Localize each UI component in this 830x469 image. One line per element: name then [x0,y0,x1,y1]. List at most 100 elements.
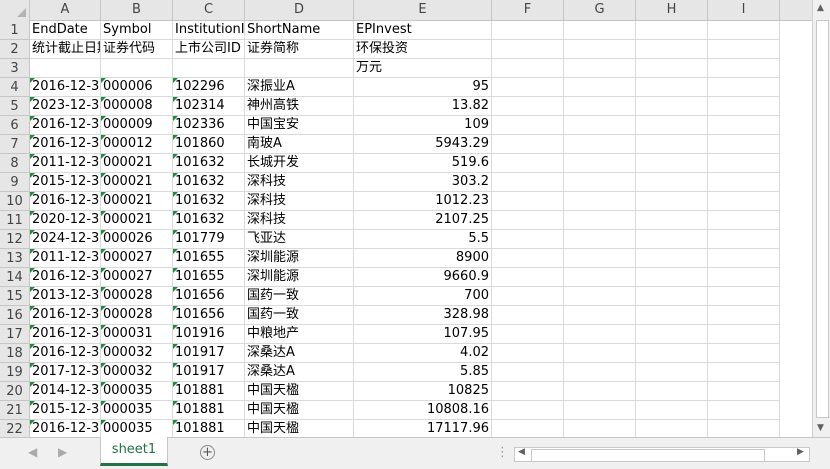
row-header[interactable]: 20 [0,382,29,401]
cell[interactable] [708,249,780,268]
cell[interactable]: 8900 [354,249,492,268]
row-header[interactable]: 12 [0,230,29,249]
cell[interactable]: 环保投资 [354,40,492,59]
cell[interactable] [636,78,708,97]
cell[interactable] [636,268,708,287]
vertical-scrollbar[interactable]: ▲ ▼ [812,0,830,437]
cell[interactable] [636,97,708,116]
cell[interactable] [492,192,564,211]
cell[interactable] [492,401,564,420]
column-header-b[interactable]: B [101,0,173,20]
cell[interactable]: 深科技 [245,192,354,211]
cell[interactable]: 9660.9 [354,268,492,287]
cell[interactable]: 4.02 [354,344,492,363]
cell[interactable] [708,420,780,437]
cell[interactable] [636,363,708,382]
cell[interactable]: ShortName [245,21,354,40]
scroll-down-icon[interactable]: ▼ [817,423,824,433]
cell[interactable]: 深桑达A [245,363,354,382]
cell[interactable] [636,21,708,40]
cell[interactable]: 深圳能源 [245,249,354,268]
cell[interactable]: 101881 [173,382,245,401]
cell[interactable]: 证券代码 [101,40,173,59]
cell[interactable]: 5943.29 [354,135,492,154]
cell[interactable] [492,211,564,230]
cell[interactable]: 南玻A [245,135,354,154]
row-header[interactable]: 22 [0,420,29,437]
horizontal-scrollbar[interactable]: ◀ ▶ [514,447,810,462]
row-header[interactable]: 13 [0,249,29,268]
cell[interactable]: 101632 [173,192,245,211]
cell[interactable]: 000035 [101,401,173,420]
cell[interactable] [636,211,708,230]
column-header-h[interactable]: H [636,0,708,20]
cell[interactable]: 10808.16 [354,401,492,420]
cell[interactable] [708,116,780,135]
cell[interactable]: 000008 [101,97,173,116]
cell[interactable]: 2015-12-31 [30,401,101,420]
row-header[interactable]: 14 [0,268,29,287]
cell[interactable]: 国药一致 [245,287,354,306]
cell[interactable]: 17117.96 [354,420,492,437]
cell[interactable]: 中国天楹 [245,401,354,420]
select-all-corner[interactable] [0,0,30,20]
cell[interactable]: 2017-12-31 [30,363,101,382]
cell[interactable]: 2016-12-31 [30,268,101,287]
cell[interactable] [245,59,354,78]
cell[interactable]: 101655 [173,268,245,287]
cell[interactable] [492,268,564,287]
scroll-right-icon[interactable]: ▶ [797,447,804,457]
cell[interactable] [492,59,564,78]
cell[interactable] [636,287,708,306]
row-header[interactable]: 9 [0,173,29,192]
cell[interactable]: 长城开发 [245,154,354,173]
cell[interactable]: 101656 [173,287,245,306]
cell[interactable] [708,344,780,363]
scroll-up-icon[interactable]: ▲ [817,3,824,13]
cell[interactable]: Symbol [101,21,173,40]
cell[interactable]: 中国天楹 [245,420,354,437]
row-header[interactable]: 8 [0,154,29,173]
cell[interactable] [708,325,780,344]
cell[interactable]: 统计截止日期 [30,40,101,59]
cell[interactable]: 101655 [173,249,245,268]
cell[interactable]: 2011-12-31 [30,154,101,173]
cell[interactable]: 2016-12-31 [30,192,101,211]
cell[interactable]: 101632 [173,211,245,230]
cell[interactable]: 飞亚达 [245,230,354,249]
cell[interactable] [708,135,780,154]
cell[interactable]: 519.6 [354,154,492,173]
prev-sheet-icon[interactable]: ◀ [28,445,37,459]
cell[interactable]: 2107.25 [354,211,492,230]
cell[interactable] [636,59,708,78]
row-header[interactable]: 19 [0,363,29,382]
cell[interactable] [492,135,564,154]
cell[interactable] [708,97,780,116]
cell[interactable] [492,382,564,401]
cell[interactable] [636,401,708,420]
cell[interactable]: 000009 [101,116,173,135]
cell[interactable] [708,154,780,173]
row-header[interactable]: 21 [0,401,29,420]
cell[interactable] [708,401,780,420]
cell[interactable] [492,306,564,325]
cell[interactable] [492,420,564,437]
cell[interactable]: 000028 [101,306,173,325]
cell[interactable]: 2016-12-31 [30,306,101,325]
cell[interactable]: 深圳能源 [245,268,354,287]
cell[interactable]: 000028 [101,287,173,306]
cell[interactable] [101,59,173,78]
cell[interactable]: 102314 [173,97,245,116]
cell[interactable] [636,135,708,154]
row-header[interactable]: 16 [0,306,29,325]
cell[interactable] [708,192,780,211]
cell[interactable]: 000026 [101,230,173,249]
row-header[interactable]: 15 [0,287,29,306]
row-header[interactable]: 7 [0,135,29,154]
cell[interactable] [492,116,564,135]
cell[interactable] [708,268,780,287]
cell[interactable] [492,230,564,249]
cell[interactable] [708,230,780,249]
cell[interactable] [636,420,708,437]
cell[interactable]: 102296 [173,78,245,97]
